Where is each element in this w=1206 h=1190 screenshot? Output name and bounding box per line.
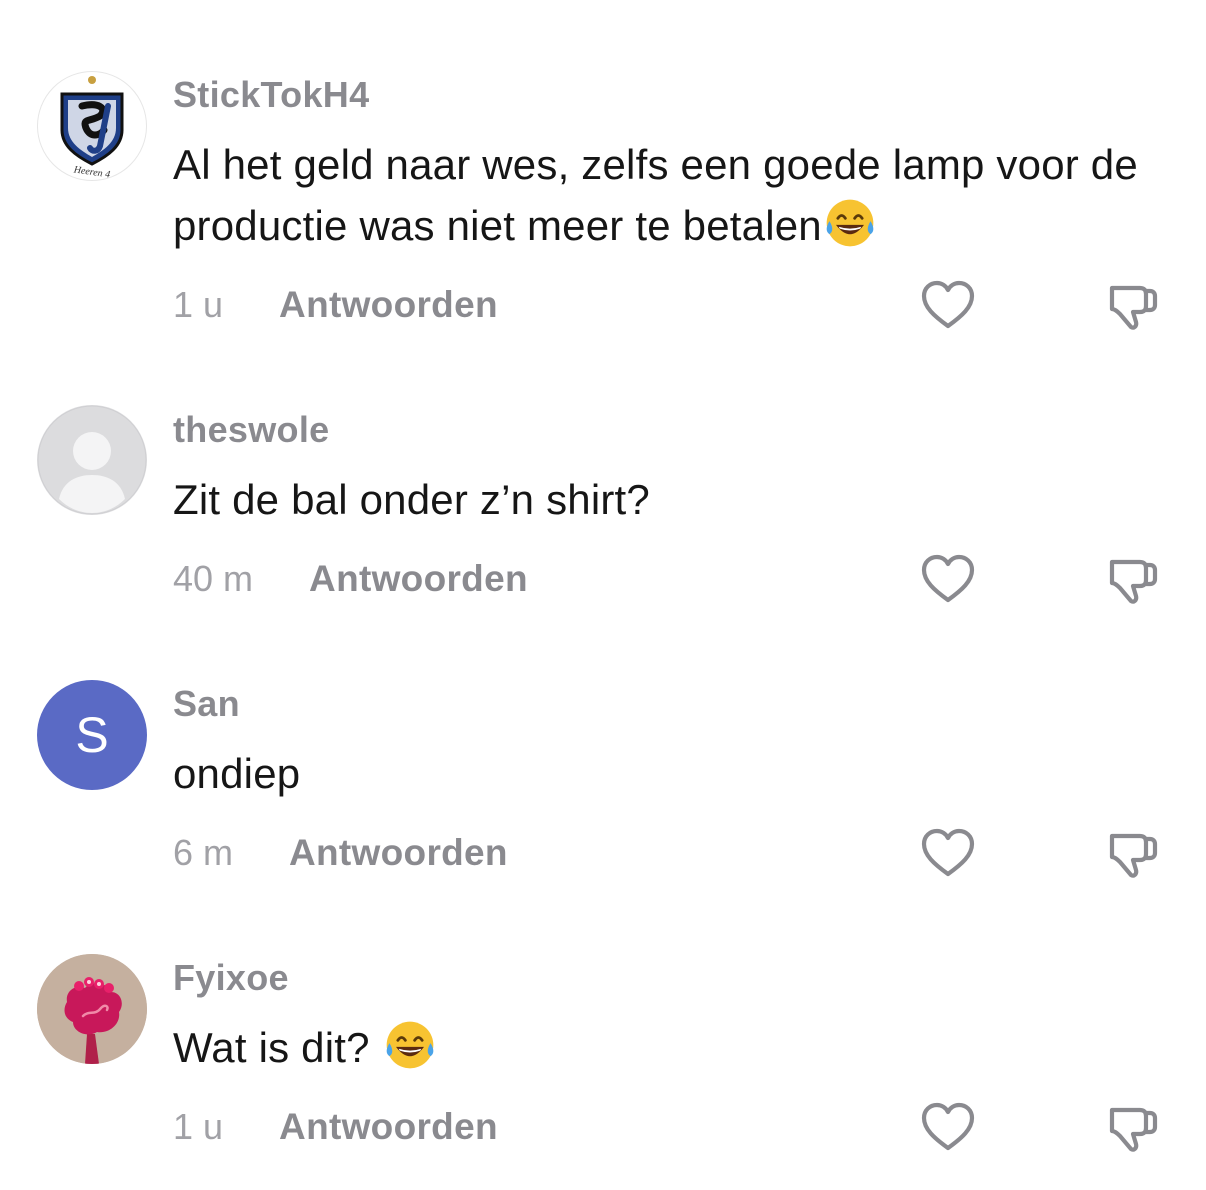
thumbs-down-icon[interactable] — [1100, 550, 1160, 610]
comment-text-body: Al het geld naar wes, zelfs een goede la… — [173, 141, 1138, 249]
avatar[interactable] — [37, 954, 147, 1064]
timestamp: 40 m — [173, 558, 254, 599]
club-logo-icon: Heeren 4 — [60, 76, 124, 180]
thumbs-down-icon[interactable] — [1100, 1098, 1160, 1158]
heart-icon[interactable] — [918, 276, 978, 336]
username[interactable]: San — [173, 683, 240, 725]
comment-meta: 1 u Antwoorden — [173, 1102, 498, 1152]
username[interactable]: theswole — [173, 409, 329, 451]
reply-button[interactable]: Antwoorden — [279, 284, 498, 326]
username[interactable]: StickTokH4 — [173, 74, 369, 116]
red-flower-icon — [37, 954, 147, 1064]
reply-button[interactable]: Antwoorden — [279, 1106, 498, 1148]
tears-of-joy-emoji-icon — [822, 195, 878, 251]
svg-text:Heeren 4: Heeren 4 — [72, 164, 111, 180]
reply-button[interactable]: Antwoorden — [309, 558, 528, 600]
timestamp: 6 m — [173, 832, 234, 873]
comment-meta: 1 u Antwoorden — [173, 280, 498, 330]
comment-text: ondiep — [173, 750, 301, 797]
thumbs-down-icon[interactable] — [1100, 824, 1160, 884]
reply-button[interactable]: Antwoorden — [289, 832, 508, 874]
avatar[interactable]: Heeren 4 — [37, 71, 147, 181]
avatar-letter: S — [75, 707, 109, 763]
heart-icon[interactable] — [918, 1098, 978, 1158]
heart-icon[interactable] — [918, 824, 978, 884]
comment-text: Al het geld naar wes, zelfs een goede la… — [173, 134, 1173, 256]
avatar[interactable] — [37, 405, 147, 515]
thumbs-down-icon[interactable] — [1100, 276, 1160, 336]
comment-meta: 40 m Antwoorden — [173, 554, 528, 604]
tears-of-joy-emoji-icon — [382, 1017, 438, 1073]
comment-text: Zit de bal onder z’n shirt? — [173, 476, 650, 523]
default-person-icon — [37, 405, 147, 515]
comment-text: Wat is dit? — [173, 1017, 1173, 1078]
comment-text-body: Wat is dit? — [173, 1024, 382, 1071]
timestamp: 1 u — [173, 1106, 224, 1147]
username[interactable]: Fyixoe — [173, 957, 289, 999]
comment-meta: 6 m Antwoorden — [173, 828, 508, 878]
heart-icon[interactable] — [918, 550, 978, 610]
avatar[interactable]: S — [37, 680, 147, 790]
timestamp: 1 u — [173, 284, 224, 325]
